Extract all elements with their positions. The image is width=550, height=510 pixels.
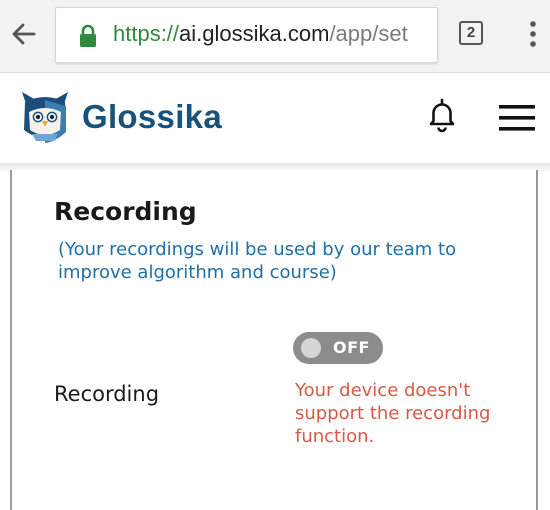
app-header: Glossika bbox=[0, 73, 550, 163]
bell-icon[interactable] bbox=[425, 97, 459, 133]
lock-icon bbox=[80, 24, 96, 47]
recording-label: Recording bbox=[54, 382, 160, 406]
tab-switcher-button[interactable]: 2 bbox=[459, 21, 483, 45]
hamburger-menu-icon[interactable] bbox=[498, 103, 536, 133]
owl-logo-icon[interactable] bbox=[20, 90, 70, 144]
recording-toggle[interactable]: OFF bbox=[293, 332, 383, 364]
url-text: https://ai.glossika.com/app/set bbox=[113, 20, 408, 48]
recording-error-message: Your device doesn't support the recordin… bbox=[295, 380, 491, 447]
browser-toolbar: https://ai.glossika.com/app/set 2 bbox=[0, 0, 550, 73]
overflow-menu-icon[interactable] bbox=[526, 20, 540, 48]
url-path: /app/set bbox=[329, 21, 408, 46]
brand-name[interactable]: Glossika bbox=[82, 97, 222, 137]
url-scheme: https:// bbox=[113, 21, 180, 46]
toggle-knob bbox=[301, 338, 321, 358]
section-title: Recording bbox=[54, 197, 197, 226]
back-arrow-icon[interactable] bbox=[8, 18, 40, 50]
address-bar[interactable]: https://ai.glossika.com/app/set bbox=[55, 7, 438, 63]
url-host: ai.glossika.com bbox=[179, 21, 330, 46]
toggle-state-label: OFF bbox=[333, 338, 370, 357]
section-note: (Your recordings will be used by our tea… bbox=[58, 239, 457, 283]
